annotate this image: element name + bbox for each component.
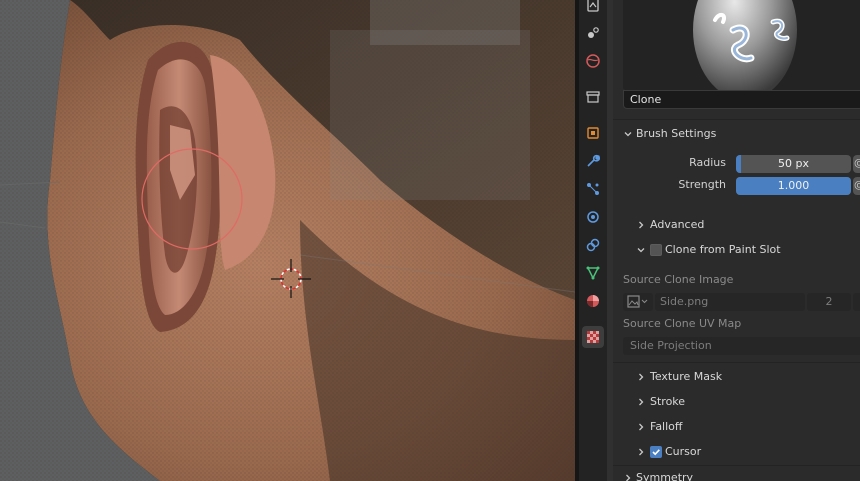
symmetry-header[interactable]: Symmetry <box>613 467 860 481</box>
material-tab[interactable] <box>582 290 604 312</box>
physics-tab[interactable] <box>582 206 604 228</box>
strength-label: Strength <box>678 178 726 191</box>
radius-fill <box>736 155 741 173</box>
image-icon <box>627 295 648 308</box>
render-tab[interactable] <box>582 22 604 44</box>
chevron-right-icon <box>636 372 646 382</box>
modifier-icon <box>587 154 600 167</box>
cursor-checkbox[interactable] <box>650 446 662 458</box>
image-users-count[interactable]: 2 <box>807 293 851 311</box>
radius-label: Radius <box>689 156 726 169</box>
chevron-right-icon <box>636 447 646 457</box>
material-icon <box>587 295 599 307</box>
chevron-down-icon <box>636 245 646 255</box>
data-tab[interactable] <box>582 262 604 284</box>
collection-tab[interactable] <box>582 86 604 108</box>
texture-mask-label: Texture Mask <box>650 370 723 383</box>
texture-mask-subpanel[interactable]: Texture Mask <box>613 366 860 388</box>
particles-tab[interactable] <box>582 178 604 200</box>
image-fake-user-button[interactable] <box>853 293 860 311</box>
render-icon <box>588 27 599 38</box>
particles-icon <box>587 183 599 195</box>
image-browse-button[interactable] <box>623 293 653 311</box>
clone-from-paint-slot-subpanel[interactable]: Clone from Paint Slot <box>613 239 860 261</box>
properties-panel: Clone Brush Settings Radius 50 px @ Stre… <box>613 0 860 481</box>
modifier-tab[interactable] <box>582 150 604 172</box>
physics-icon <box>587 211 599 223</box>
chevron-right-icon <box>636 220 646 230</box>
advanced-label: Advanced <box>650 218 705 231</box>
tool-tab[interactable] <box>582 0 604 16</box>
constraints-tab[interactable] <box>582 234 604 256</box>
chevron-right-icon <box>636 422 646 432</box>
cursor-label: Cursor <box>665 445 702 458</box>
chevron-right-icon <box>636 397 646 407</box>
advanced-subpanel[interactable]: Advanced <box>613 214 860 236</box>
cursor-subpanel[interactable]: Cursor <box>613 441 860 463</box>
stroke-subpanel[interactable]: Stroke <box>613 391 860 413</box>
world-tab[interactable] <box>582 50 604 72</box>
data-icon <box>586 266 600 280</box>
texture-icon <box>587 331 599 343</box>
strength-slider[interactable]: 1.000 <box>736 177 851 195</box>
properties-tab-bar <box>579 0 607 481</box>
source-clone-uv-field[interactable]: Side Projection <box>623 337 860 355</box>
tool-icon <box>587 0 599 12</box>
viewport-render <box>0 0 575 481</box>
falloff-label: Falloff <box>650 420 683 433</box>
clone-from-paint-slot-checkbox[interactable] <box>650 244 662 256</box>
section-divider <box>613 362 860 363</box>
source-clone-uv-label: Source Clone UV Map <box>623 317 742 330</box>
strength-pressure-toggle[interactable]: @ <box>853 177 860 195</box>
radius-slider[interactable]: 50 px <box>736 155 851 173</box>
falloff-subpanel[interactable]: Falloff <box>613 416 860 438</box>
brush-preview[interactable] <box>623 0 860 90</box>
radius-pressure-toggle[interactable]: @ <box>853 155 860 173</box>
brush-name-field[interactable]: Clone <box>623 90 860 109</box>
section-divider <box>613 119 860 120</box>
3d-viewport[interactable] <box>0 0 575 481</box>
object-icon <box>587 127 599 139</box>
object-tab[interactable] <box>582 122 604 144</box>
brush-settings-header[interactable]: Brush Settings <box>613 123 860 145</box>
collection-icon <box>586 91 600 103</box>
stroke-label: Stroke <box>650 395 686 408</box>
brush-settings-title: Brush Settings <box>636 127 717 140</box>
source-clone-image-label: Source Clone Image <box>623 273 734 286</box>
source-clone-image-field[interactable]: Side.png <box>655 293 805 311</box>
chevron-down-icon <box>623 129 633 139</box>
section-divider <box>613 465 860 466</box>
clone-from-paint-slot-label: Clone from Paint Slot <box>665 243 781 256</box>
strength-value: 1.000 <box>777 179 810 192</box>
symmetry-label: Symmetry <box>636 471 694 481</box>
texture-tab[interactable] <box>582 326 604 348</box>
world-icon <box>586 54 600 68</box>
constraints-icon <box>586 238 600 252</box>
clone-brush-icon <box>623 0 860 90</box>
chevron-right-icon <box>623 473 633 481</box>
radius-value: 50 px <box>778 157 809 170</box>
checkmark-icon <box>652 449 660 456</box>
